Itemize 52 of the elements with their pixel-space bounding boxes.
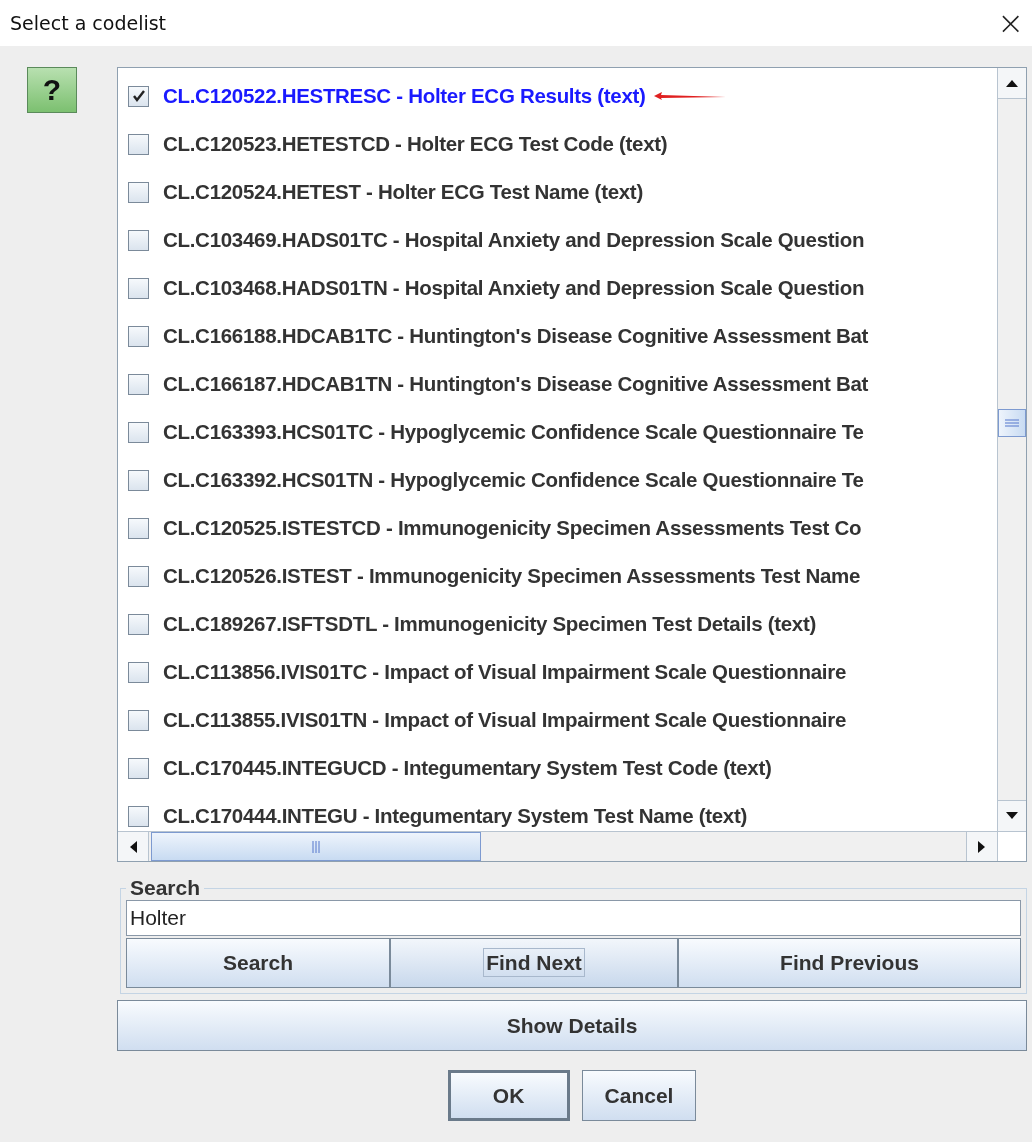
- checkbox[interactable]: [128, 229, 149, 251]
- checkbox[interactable]: [128, 469, 149, 491]
- dialog-button[interactable]: Cancel: [581, 1070, 697, 1121]
- dialog-button[interactable]: OK: [447, 1070, 570, 1121]
- search-legend: Search: [126, 876, 205, 900]
- codelist-item[interactable]: CL.C170444.INTEGU - Integumentary System Test Name (text): [163, 804, 748, 828]
- checkbox[interactable]: [128, 373, 149, 395]
- checkbox[interactable]: [128, 277, 149, 299]
- search-action-button[interactable]: Find Next: [390, 938, 678, 988]
- codelist-item[interactable]: CL.C103469.HADS01TC - Hospital Anxiety and Depression Scale Question: [163, 228, 865, 252]
- horizontal-scrollbar[interactable]: [118, 832, 997, 861]
- search-action-button[interactable]: Find Previous: [678, 938, 1021, 988]
- checkbox[interactable]: [128, 613, 149, 635]
- checkbox[interactable]: [128, 805, 149, 827]
- checkbox[interactable]: [128, 757, 149, 779]
- checkbox[interactable]: [128, 709, 149, 731]
- codelist-item[interactable]: CL.C170445.INTEGUCD - Integumentary System Test Code (text): [163, 756, 772, 780]
- codelist-item[interactable]: CL.C166188.HDCAB1TC - Huntington's Disease Cognitive Assessment Bat: [163, 324, 869, 348]
- grip-icon: [1003, 418, 1021, 428]
- help-icon: ?: [27, 67, 77, 113]
- checkbox[interactable]: [128, 133, 149, 155]
- search-action-button[interactable]: Search: [126, 938, 390, 988]
- close-button[interactable]: ×: [989, 4, 1032, 42]
- left-arrow-icon[interactable]: [128, 839, 138, 854]
- codelist-item[interactable]: CL.C163392.HCS01TN - Hypoglycemic Confidence Scale Questionnaire Te: [163, 468, 864, 492]
- up-arrow-icon[interactable]: [1005, 78, 1019, 88]
- down-arrow-icon[interactable]: [1005, 811, 1019, 821]
- grip-icon: [311, 839, 321, 854]
- codelist-item[interactable]: CL.C113856.IVIS01TC - Impact of Visual Impairment Scale Questionnaire: [163, 660, 846, 684]
- checkbox[interactable]: [128, 517, 149, 539]
- codelist-item[interactable]: CL.C163393.HCS01TC - Hypoglycemic Confidence Scale Questionnaire Te: [163, 420, 864, 444]
- right-arrow-icon[interactable]: [977, 839, 987, 854]
- codelist-item[interactable]: CL.C120524.HETEST - Holter ECG Test Name (text): [163, 180, 643, 204]
- checkbox[interactable]: [128, 661, 149, 683]
- checkbox[interactable]: [128, 421, 149, 443]
- check-icon: [131, 89, 146, 103]
- window-title: Select a codelist: [10, 12, 167, 34]
- search-field[interactable]: Holter: [126, 900, 1021, 936]
- checkbox[interactable]: [128, 325, 149, 347]
- checkbox[interactable]: [128, 565, 149, 587]
- codelist-item[interactable]: CL.C120525.ISTESTCD - Immunogenicity Specimen Assessments Test Co: [163, 516, 862, 540]
- show-details-button[interactable]: Show Details: [117, 1000, 1027, 1051]
- vertical-scrollbar[interactable]: [997, 68, 1026, 831]
- checkbox[interactable]: [128, 181, 149, 203]
- codelist-item[interactable]: CL.C166187.HDCAB1TN - Huntington's Disease Cognitive Assessment Bat: [163, 372, 869, 396]
- codelist-item[interactable]: CL.C120523.HETESTCD - Holter ECG Test Code (text): [163, 132, 668, 156]
- codelist-item[interactable]: CL.C103468.HADS01TN - Hospital Anxiety and Depression Scale Question: [163, 276, 865, 300]
- codelist-item[interactable]: CL.C113855.IVIS01TN - Impact of Visual Impairment Scale Questionnaire: [163, 708, 846, 732]
- codelist-item[interactable]: CL.C120526.ISTEST - Immunogenicity Specimen Assessments Test Name: [163, 564, 861, 588]
- codelist-item[interactable]: CL.C189267.ISFTSDTL - Immunogenicity Specimen Test Details (text): [163, 612, 816, 636]
- codelist-item[interactable]: CL.C120522.HESTRESC - Holter ECG Results (text): [163, 84, 646, 108]
- checkbox[interactable]: [128, 85, 149, 107]
